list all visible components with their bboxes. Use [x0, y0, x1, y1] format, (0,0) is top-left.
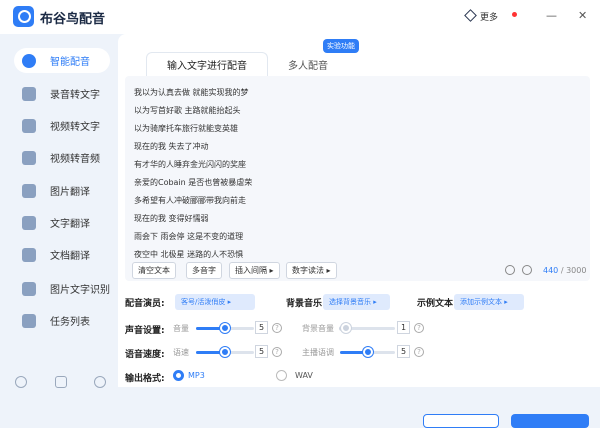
editor-line: 以为骑摩托车旅行就能变英雄 [134, 124, 238, 133]
speed-settings-label: 语音速度: [125, 350, 165, 360]
speed-slider[interactable] [196, 347, 254, 357]
editor-line: 现在的我 变得好懦弱 [134, 214, 209, 223]
bgm-label: 背景音乐 [286, 299, 323, 309]
close-button[interactable]: ✕ [578, 9, 587, 22]
editor-line: 现在的我 失去了冲动 [134, 142, 209, 151]
tab-multi-voice[interactable]: 多人配音 [268, 52, 348, 76]
ocr-icon [22, 281, 36, 296]
editor-line: 亲爱的Cobain 是否也曾被暴虐荣 [134, 178, 253, 187]
title-bar: 布谷鸟配音 更多 — ✕ [0, 0, 600, 34]
document-translate-icon [22, 247, 36, 262]
tab-text-dubbing[interactable]: 输入文字进行配音 [146, 52, 268, 76]
help-icon[interactable]: ? [272, 347, 282, 357]
text-translate-icon [22, 215, 36, 230]
sidebar-item-task-list[interactable]: 任务列表 [14, 308, 110, 333]
wav-label: WAV [295, 371, 313, 380]
wav-radio[interactable] [276, 370, 287, 381]
sidebar-item-document-translate[interactable]: 文档翻译 [14, 242, 110, 267]
sidebar-item-video-to-text[interactable]: 视频转文字 [14, 113, 110, 138]
bg-volume-value[interactable]: 1 [397, 321, 410, 334]
editor-line: 我以为认真去做 就能实现我的梦 [134, 88, 249, 97]
sidebar-item-label: 任务列表 [50, 317, 90, 328]
number-read-button[interactable]: 数字读法 ▸ [286, 262, 337, 279]
polyphone-button[interactable]: 多音字 [186, 262, 222, 279]
chat-icon[interactable] [55, 376, 67, 388]
volume-label: 音量 [173, 324, 189, 333]
char-count: 440 / 3000 [543, 266, 587, 275]
sidebar-item-label: 录音转文字 [50, 90, 100, 101]
sidebar-item-label: 视频转音频 [50, 154, 100, 165]
speed-label: 语速 [173, 348, 189, 357]
text-editor[interactable]: 我以为认真去做 就能实现我的梦 以为写首好歌 主路就能抬起头 以为骑摩托车旅行就… [125, 76, 590, 281]
no-symbol-icon[interactable] [505, 265, 515, 275]
experimental-badge: 实验功能 [323, 39, 359, 53]
sidebar-item-label: 文字翻译 [50, 219, 90, 230]
image-translate-icon [22, 183, 36, 198]
help-icon[interactable]: ? [414, 347, 424, 357]
sample-text-select[interactable]: 添加示例文本 ▸ [454, 294, 524, 310]
help-icon[interactable]: ? [414, 323, 424, 333]
volume-value[interactable]: 5 [255, 321, 268, 334]
settings-icon[interactable] [94, 376, 106, 388]
more-label: 更多 [480, 13, 499, 23]
sidebar-item-label: 视频转文字 [50, 122, 100, 133]
clear-text-button[interactable]: 清空文本 [132, 262, 176, 279]
editor-line: 雨会下 雨会停 这是不变的道理 [134, 232, 244, 241]
speed-value[interactable]: 5 [255, 345, 268, 358]
sidebar-item-video-to-audio[interactable]: 视频转音频 [14, 145, 110, 170]
sidebar-item-ocr[interactable]: 图片文字识别 [14, 276, 110, 301]
record-icon [22, 86, 36, 101]
help-icon[interactable] [15, 376, 27, 388]
editor-line: 有才华的人睡弃金光闪闪的奖座 [134, 160, 246, 169]
main-speed-label: 主播语调 [302, 348, 334, 357]
insert-pause-button[interactable]: 插入间隔 ▸ [229, 262, 280, 279]
app-title: 布谷鸟配音 [40, 12, 106, 27]
video-audio-icon [22, 150, 36, 165]
sidebar-item-text-translate[interactable]: 文字翻译 [14, 210, 110, 235]
editor-line: 以为写首好歌 主路就能抬起头 [134, 106, 241, 115]
sidebar-item-audio-to-text[interactable]: 录音转文字 [14, 81, 110, 106]
voice-actor-select[interactable]: 客号/活泼俏皮 ▸ [175, 294, 255, 310]
main-panel: 输入文字进行配音 多人配音 实验功能 我以为认真去做 就能实现我的梦 以为写首好… [118, 34, 600, 428]
sidebar-item-label: 智能配音 [50, 57, 90, 68]
main-speed-slider[interactable] [340, 347, 395, 357]
sound-settings-label: 声音设置: [125, 326, 165, 336]
video-text-icon [22, 118, 36, 133]
bg-volume-label: 背景音量 [302, 324, 334, 333]
slider-knob[interactable] [362, 347, 373, 357]
volume-slider[interactable] [196, 323, 254, 333]
output-format-label: 输出格式: [125, 374, 165, 384]
slider-knob[interactable] [220, 323, 230, 333]
task-list-icon [22, 313, 36, 328]
sample-text-label: 示例文本 [417, 299, 454, 309]
editor-line: 多希望有人冲破郦郦带我向前走 [134, 196, 246, 205]
sidebar-item-label: 图片文字识别 [50, 285, 110, 296]
sidebar-item-image-translate[interactable]: 图片翻译 [14, 178, 110, 203]
undo-icon[interactable] [522, 265, 532, 275]
help-icon[interactable]: ? [272, 323, 282, 333]
cube-icon [464, 9, 477, 22]
sound-icon [22, 53, 36, 68]
mp3-radio[interactable] [173, 370, 184, 381]
main-speed-value[interactable]: 5 [397, 345, 410, 358]
notification-dot [512, 12, 517, 17]
sidebar-item-label: 图片翻译 [50, 187, 90, 198]
editor-line: 夜空中 北极星 迷路的人不恐惧 [134, 250, 244, 259]
sidebar-item-label: 文档翻译 [50, 251, 90, 262]
sidebar-item-smart-dubbing[interactable]: 智能配音 [14, 48, 110, 73]
bgm-select[interactable]: 选择背景音乐 ▸ [323, 294, 390, 310]
bg-volume-slider[interactable] [340, 323, 395, 333]
mp3-label: MP3 [188, 371, 205, 380]
primary-action-button[interactable] [511, 414, 589, 428]
slider-knob[interactable] [340, 323, 351, 333]
minimize-button[interactable]: — [546, 9, 557, 22]
slider-knob[interactable] [220, 347, 230, 357]
app-logo-icon [13, 6, 34, 27]
more-button[interactable]: 更多 [464, 9, 499, 23]
secondary-action-button[interactable] [423, 414, 499, 428]
voice-actor-label: 配音演员: [125, 299, 165, 309]
